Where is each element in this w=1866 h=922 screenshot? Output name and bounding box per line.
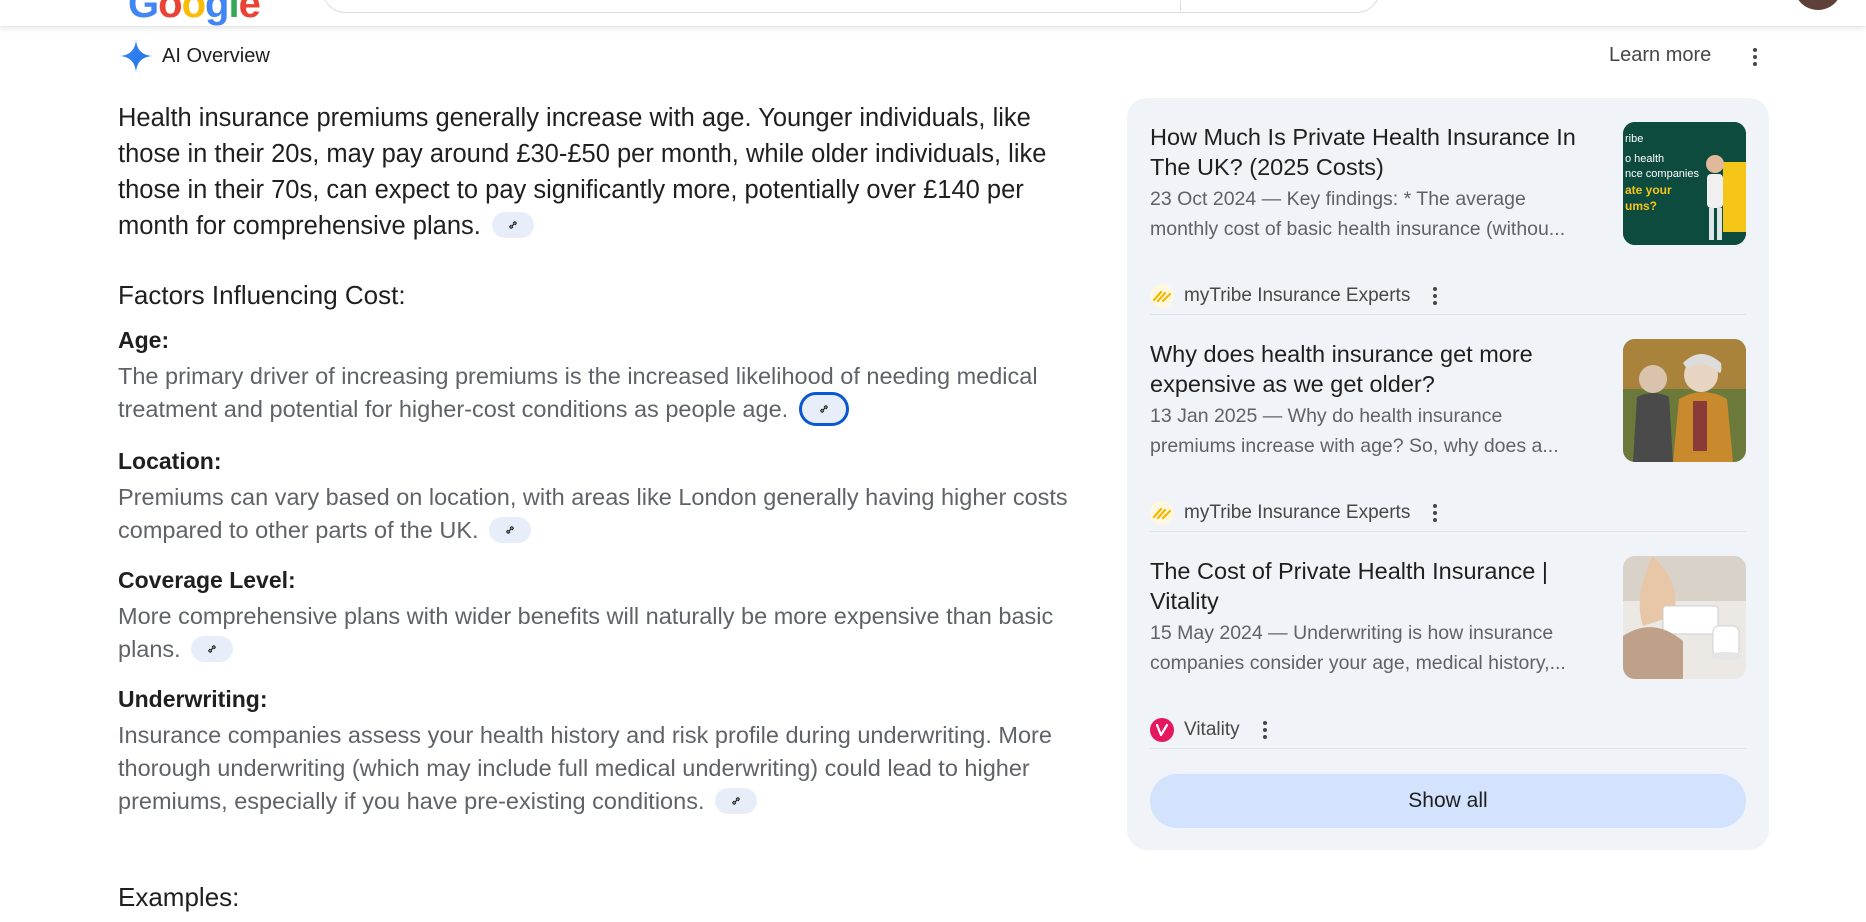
factor-location: Location: Premiums can vary based on loc… [118,448,1068,547]
source-link-chip[interactable] [491,212,534,239]
source-card[interactable]: Why does health insurance get more expen… [1150,339,1746,525]
thumbnail-image [1623,339,1746,462]
source-more-icon[interactable] [1428,284,1442,308]
lead-text: Health insurance premiums generally incr… [118,104,1047,240]
source-title[interactable]: How Much Is Private Health Insurance In … [1150,122,1606,182]
source-link-chip[interactable] [489,516,532,543]
source-link-chip[interactable] [191,635,234,662]
thumbnail-image: ribe o health nce companies ate your ums… [1623,122,1746,245]
google-logo[interactable]: Google [128,0,261,24]
sparkle-icon [120,40,152,72]
ai-overview-header: AI Overview [118,38,270,74]
svg-text:ums?: ums? [1625,199,1657,213]
source-snippet: 15 May 2024 — Underwriting is how insura… [1150,622,1566,674]
source-title[interactable]: The Cost of Private Health Insurance | V… [1150,556,1606,616]
source-snippet: 23 Oct 2024 — Key findings: * The averag… [1150,188,1566,240]
ai-overview-title: AI Overview [162,44,270,67]
factor-underwriting: Underwriting: Insurance companies assess… [118,686,1068,818]
source-site: myTribe Insurance Experts [1150,282,1442,310]
source-site-name: myTribe Insurance Experts [1184,502,1411,523]
source-site-name: Vitality [1184,719,1240,740]
link-icon [732,796,740,805]
source-card[interactable]: The Cost of Private Health Insurance | V… [1150,556,1746,742]
search-box[interactable] [322,0,1380,13]
source-thumbnail[interactable]: ribe o health nce companies ate your ums… [1623,122,1746,245]
source-divider [1150,531,1746,532]
svg-text:o health: o health [1625,153,1664,165]
sources-panel: How Much Is Private Health Insurance In … [1127,98,1769,850]
source-divider [1150,314,1746,315]
link-icon [208,644,217,653]
source-more-icon[interactable] [1428,501,1442,525]
source-title[interactable]: Why does health insurance get more expen… [1150,339,1606,399]
mytribe-favicon-icon [1150,501,1174,525]
source-more-icon[interactable] [1258,718,1272,742]
factor-text: Premiums can vary based on location, wit… [118,483,1068,543]
factor-heading: Location: [118,447,222,474]
source-site: myTribe Insurance Experts [1150,499,1442,527]
source-card[interactable]: How Much Is Private Health Insurance In … [1150,122,1746,308]
factor-heading: Age: [118,327,170,353]
learn-more-link[interactable]: Learn more [1609,44,1711,67]
source-site-name: myTribe Insurance Experts [1184,285,1411,306]
source-snippet: 13 Jan 2025 — Why do health insurance pr… [1150,405,1559,457]
lead-paragraph: Health insurance premiums generally incr… [118,100,1068,244]
link-icon [819,405,828,413]
source-link-chip[interactable] [715,787,757,814]
source-link-chip-active[interactable] [798,391,849,426]
mytribe-favicon-icon [1150,284,1174,308]
show-all-button[interactable]: Show all [1150,774,1746,828]
factor-text: The primary driver of increasing premium… [118,360,1068,428]
source-divider [1150,748,1746,749]
thumbnail-image [1623,556,1746,679]
factor-coverage-level: Coverage Level: More comprehensive plans… [118,567,1068,666]
factor-heading: Underwriting: [118,685,268,712]
svg-text:ribe: ribe [1625,133,1643,145]
examples-title: Examples: [118,882,240,912]
more-options-icon[interactable] [1745,42,1765,72]
avatar[interactable] [1794,0,1842,10]
svg-text:nce companies: nce companies [1625,168,1699,180]
vitality-favicon-icon [1150,718,1174,742]
source-thumbnail[interactable] [1623,339,1746,462]
source-thumbnail[interactable] [1623,556,1746,679]
link-icon [509,221,517,230]
search-divider [1180,1,1181,11]
top-bar: Google [0,0,1866,26]
ai-overview-body: Health insurance premiums generally incr… [118,100,1068,838]
factor-text: More comprehensive plans with wider bene… [118,602,1054,662]
factor-text: Insurance companies assess your health h… [118,721,1052,814]
source-site: Vitality [1150,716,1272,744]
link-icon [506,525,514,534]
section-title: Factors Influencing Cost: [118,280,406,310]
factor-age: Age: The primary driver of increasing pr… [118,327,1068,428]
factor-heading: Coverage Level: [118,566,296,593]
svg-text:ate your: ate your [1625,183,1672,197]
